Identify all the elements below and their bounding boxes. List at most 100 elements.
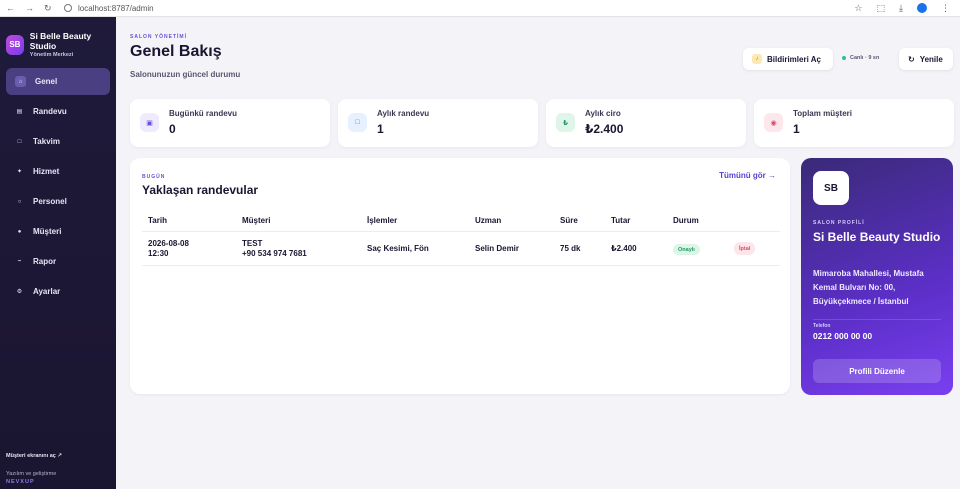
page-subtitle: Salonunuzun güncel durumu [130, 70, 241, 79]
stat-card-monthly-appointments: □ Aylık randevu 1 [338, 99, 538, 147]
profile-icon[interactable] [917, 2, 927, 13]
reload-icon[interactable]: ↻ [44, 3, 52, 14]
cancel-button[interactable]: İptal [734, 242, 756, 255]
calendar-today-icon: ▣ [140, 113, 159, 132]
sidebar-item-label: Randevu [33, 107, 67, 116]
phone-label: Telefon [813, 323, 831, 329]
column-header: Müşteri [242, 216, 271, 225]
section-title: Yaklaşan randevular [142, 183, 259, 197]
home-icon: ⌂ [15, 76, 26, 87]
column-header: Tutar [611, 216, 631, 225]
brand: SB Si Belle Beauty Studio Yönetim Merkez… [0, 17, 116, 68]
button-label: Yenile [919, 54, 943, 64]
table-row[interactable]: 2026-08-08 12:30 TEST +90 534 974 7681 S… [142, 232, 780, 266]
sidebar-item-takvim[interactable]: □ Takvim [6, 128, 110, 155]
see-all-link[interactable]: Tümünü gör → [719, 171, 776, 180]
gear-icon: ⚙ [16, 289, 23, 295]
sidebar-item-genel[interactable]: ⌂ Genel [6, 68, 110, 95]
sidebar: SB Si Belle Beauty Studio Yönetim Merkez… [0, 17, 116, 489]
sidebar-item-label: Müşteri [33, 227, 62, 236]
button-label: Bildirimleri Aç [767, 54, 821, 64]
page-title: Genel Bakış [130, 43, 222, 60]
stats-row: ▣ Bugünkü randevu 0 □ Aylık randevu 1 ₺ … [130, 99, 954, 147]
page-eyebrow: SALON YÖNETİMİ [130, 34, 187, 40]
appointment-time: 12:30 [148, 249, 169, 258]
sidebar-item-rapor[interactable]: ~ Rapor [6, 248, 110, 275]
expert: Selin Demir [475, 244, 520, 253]
appointments-table: Tarih Müşteri İşlemler Uzman Süre Tutar … [142, 209, 780, 266]
table-header: Tarih Müşteri İşlemler Uzman Süre Tutar … [142, 209, 780, 232]
sidebar-item-label: Rapor [33, 257, 57, 266]
stat-label: Aylık ciro [585, 109, 621, 118]
live-indicator: Canlı · 9 sn [842, 55, 879, 61]
refresh-icon: ↻ [908, 54, 915, 64]
stat-card-today: ▣ Bugünkü randevu 0 [130, 99, 330, 147]
stat-label: Bugünkü randevu [169, 109, 238, 118]
salon-address: Mimaroba Mahallesi, Mustafa Kemal Bulvar… [813, 269, 924, 306]
profile-eyebrow: SALON PROFİLİ [813, 220, 865, 226]
address-bar[interactable]: localhost:8787/admin [64, 4, 154, 13]
stat-value: 0 [169, 122, 176, 136]
salon-name: Si Belle Beauty Studio [813, 230, 941, 244]
customer-icon: ● [17, 228, 22, 235]
sidebar-item-label: Personel [33, 197, 67, 206]
sidebar-item-ayarlar[interactable]: ⚙ Ayarlar [6, 278, 110, 305]
customer-phone: +90 534 974 7681 [242, 249, 307, 258]
credits: Yazılım ve geliştirme NEVXUP [6, 470, 56, 486]
stat-label: Aylık randevu [377, 109, 430, 118]
brand-subtitle: Yönetim Merkezi [29, 52, 74, 58]
stat-value: 1 [377, 122, 384, 136]
report-icon: ~ [17, 258, 22, 265]
salon-profile-card: SB SALON PROFİLİ Si Belle Beauty Studio … [801, 158, 953, 395]
sidebar-item-musteri[interactable]: ● Müşteri [6, 218, 110, 245]
list-icon: ▤ [16, 109, 23, 115]
star-icon[interactable]: ☆ [854, 3, 862, 14]
back-icon[interactable]: ← [6, 3, 15, 14]
stat-card-total-customers: ◉ Toplam müşteri 1 [754, 99, 954, 147]
column-header: Durum [673, 216, 699, 225]
refresh-button[interactable]: ↻ Yenile [899, 48, 953, 70]
extensions-icon[interactable]: ⬚ [877, 3, 886, 14]
download-icon[interactable]: ⤓ [899, 3, 903, 14]
sparkle-icon: ✦ [16, 169, 23, 175]
credit-brand[interactable]: NEVXUP [6, 478, 56, 486]
divider [813, 319, 941, 320]
services: Saç Kesimi, Fön [367, 244, 429, 253]
customers-icon: ◉ [764, 113, 783, 132]
sidebar-item-hizmet[interactable]: ✦ Hizmet [6, 158, 110, 185]
live-dot-icon [842, 56, 846, 60]
live-text: Canlı · 9 sn [850, 55, 880, 61]
salon-avatar: SB [813, 171, 849, 205]
column-header: Uzman [475, 216, 502, 225]
sidebar-item-randevu[interactable]: ▤ Randevu [6, 98, 110, 125]
upcoming-appointments-card: BUGÜN Yaklaşan randevular Tümünü gör → T… [130, 158, 790, 394]
edit-profile-button[interactable]: Profili Düzenle [813, 359, 941, 383]
sidebar-item-label: Hizmet [33, 167, 60, 176]
column-header: İşlemler [367, 216, 398, 225]
sidebar-item-personel[interactable]: ○ Personel [6, 188, 110, 215]
customer-name: TEST [242, 239, 263, 248]
staff-icon: ○ [17, 198, 22, 205]
stat-label: Toplam müşteri [793, 109, 852, 118]
sidebar-menu: ⌂ Genel ▤ Randevu □ Takvim ✦ Hizmet ○ Pe… [0, 68, 116, 305]
stat-value: ₺2.400 [585, 122, 624, 136]
column-header: Süre [560, 216, 578, 225]
sidebar-item-label: Takvim [33, 137, 60, 146]
enable-notifications-button[interactable]: ♪ Bildirimleri Aç [743, 48, 833, 70]
brand-logo: SB [6, 34, 24, 55]
section-eyebrow: BUGÜN [142, 174, 166, 180]
amount: ₺2.400 [611, 244, 637, 253]
sidebar-item-label: Ayarlar [33, 287, 61, 296]
credit-line: Yazılım ve geliştirme [6, 471, 57, 477]
forward-icon[interactable]: → [25, 3, 34, 14]
status-badge: Onaylı [673, 244, 700, 255]
sidebar-item-label: Genel [35, 77, 58, 86]
lira-icon: ₺ [556, 113, 575, 132]
url-text: localhost:8787/admin [78, 3, 154, 13]
site-info-icon[interactable] [64, 4, 72, 12]
menu-icon[interactable]: ⋮ [941, 3, 950, 14]
stat-card-monthly-revenue: ₺ Aylık ciro ₺2.400 [546, 99, 746, 147]
customer-screen-link[interactable]: Müşteri ekranını aç ↗ [6, 453, 62, 459]
duration: 75 dk [560, 244, 581, 253]
appointment-date: 2026-08-08 [148, 239, 189, 248]
